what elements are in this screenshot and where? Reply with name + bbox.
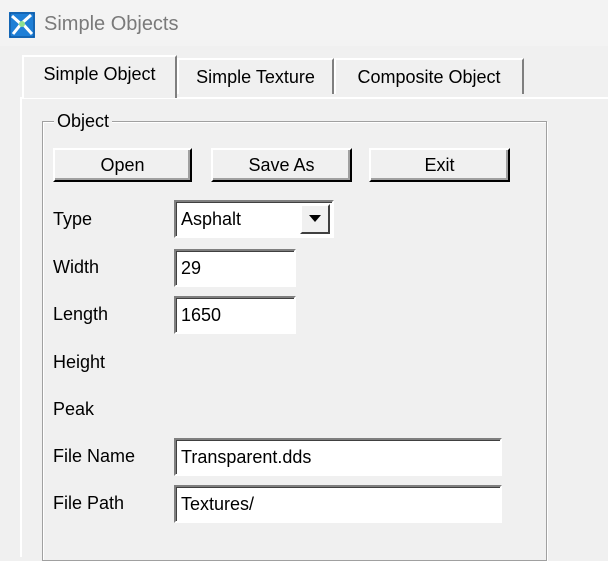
file-name-label: File Name: [53, 446, 136, 466]
exit-button[interactable]: Exit: [369, 148, 510, 182]
window-title: Simple Objects: [44, 13, 179, 35]
length-label: Length: [53, 304, 109, 324]
open-button[interactable]: Open: [53, 148, 192, 182]
dropdown-arrow-button[interactable]: [300, 204, 330, 234]
width-input[interactable]: 29: [174, 249, 296, 287]
type-select[interactable]: Asphalt: [174, 200, 334, 238]
chevron-down-icon: [309, 215, 321, 222]
object-group-label: Object: [54, 109, 113, 133]
tab-simple-texture[interactable]: Simple Texture: [177, 58, 334, 94]
title-bar: Simple Objects: [0, 0, 608, 46]
file-name-input[interactable]: Transparent.dds: [174, 438, 502, 476]
file-path-label: File Path: [53, 493, 125, 513]
file-path-input[interactable]: Textures/: [174, 485, 502, 523]
save-as-button[interactable]: Save As: [211, 148, 352, 182]
tab-composite-object[interactable]: Composite Object: [334, 58, 524, 94]
tab-simple-object[interactable]: Simple Object: [22, 55, 177, 98]
peak-label: Peak: [53, 399, 95, 419]
width-label: Width: [53, 257, 100, 277]
height-label: Height: [53, 352, 106, 372]
length-input[interactable]: 1650: [174, 296, 296, 334]
type-select-value: Asphalt: [181, 209, 242, 229]
type-label: Type: [53, 209, 93, 229]
app-logo-icon: [9, 12, 35, 38]
